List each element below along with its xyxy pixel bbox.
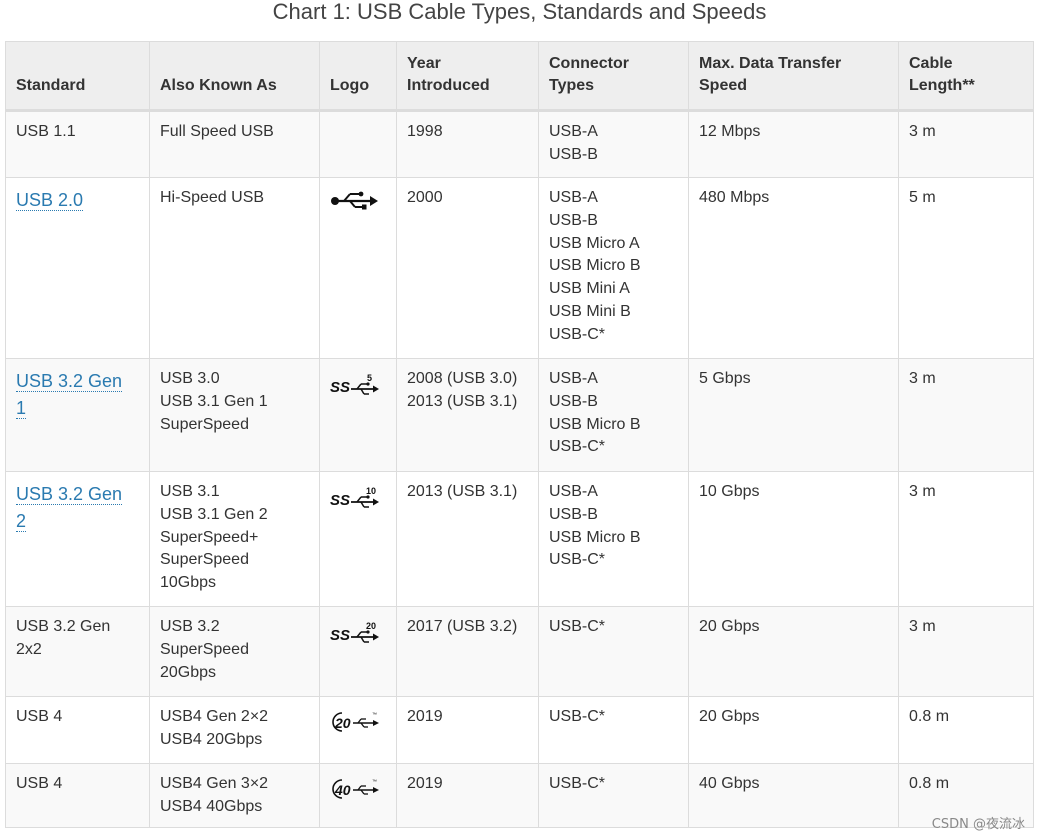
cell-standard: USB 3.2 Gen 1 xyxy=(5,358,150,472)
svg-text:20: 20 xyxy=(366,621,376,631)
cell-also-known-as: USB 3.1 USB 3.1 Gen 2 SuperSpeed+ SuperS… xyxy=(149,471,320,607)
cell-speed: 480 Mbps xyxy=(688,177,899,359)
cell-also-known-as: USB4 Gen 2×2 USB4 20Gbps xyxy=(149,696,320,764)
cell-also-known-as: Full Speed USB xyxy=(149,110,320,178)
svg-text:5: 5 xyxy=(367,373,372,383)
cell-logo: SS 5 xyxy=(319,358,397,472)
header-also-known-as: Also Known As xyxy=(149,41,320,112)
cell-length: 0.8 m xyxy=(898,696,1034,764)
usb4-40-icon: 40 ™ xyxy=(332,779,379,799)
cell-connectors: USB-A USB-B USB Micro A USB Micro B USB … xyxy=(538,177,689,359)
cell-year: 2017 (USB 3.2) xyxy=(396,606,539,697)
superspeed-10-icon: SS 10 xyxy=(330,486,379,509)
cell-also-known-as: Hi-Speed USB xyxy=(149,177,320,359)
cell-standard: USB 3.2 Gen 2 xyxy=(5,471,150,607)
cell-year: 2000 xyxy=(396,177,539,359)
superspeed-5-icon: SS 5 xyxy=(330,373,379,396)
svg-text:10: 10 xyxy=(366,486,376,496)
header-connector-types: Connector Types xyxy=(538,41,689,112)
cell-standard: USB 2.0 xyxy=(5,177,150,359)
usb-standards-table: Standard Also Known As Logo Year Introduc… xyxy=(5,41,1034,828)
svg-text:™: ™ xyxy=(372,712,377,718)
cell-length: 3 m xyxy=(898,110,1034,178)
usb-3-2-gen-1-link[interactable]: USB 3.2 Gen 1 xyxy=(16,371,123,419)
svg-text:20: 20 xyxy=(334,715,351,731)
cell-standard: USB 3.2 Gen 2x2 xyxy=(5,606,150,697)
cell-year: 2019 xyxy=(396,696,539,764)
header-max-speed: Max. Data Transfer Speed xyxy=(688,41,899,112)
header-logo: Logo xyxy=(319,41,397,112)
usb-3-2-gen-2-link[interactable]: USB 3.2 Gen 2 xyxy=(16,484,123,532)
cell-logo: 40 ™ xyxy=(319,763,397,828)
cell-standard: USB 1.1 xyxy=(5,110,150,178)
cell-length: 3 m xyxy=(898,471,1034,607)
table-row: USB 2.0 Hi-Speed USB 2000 USB-A USB-B US… xyxy=(5,177,1034,359)
chart-title: Chart 1: USB Cable Types, Standards and … xyxy=(272,0,767,24)
table-header-row: Standard Also Known As Logo Year Introduc… xyxy=(5,41,1034,112)
table-row: USB 4 USB4 Gen 3×2 USB4 40Gbps 40 ™ 2019… xyxy=(5,763,1034,828)
cell-length: 5 m xyxy=(898,177,1034,359)
cell-connectors: USB-C* xyxy=(538,606,689,697)
cell-also-known-as: USB 3.2 SuperSpeed 20Gbps xyxy=(149,606,320,697)
cell-speed: 12 Mbps xyxy=(688,110,899,178)
cell-year: 2019 xyxy=(396,763,539,828)
cell-connectors: USB-A USB-B USB Micro B USB-C* xyxy=(538,358,689,472)
superspeed-20-icon: SS 20 xyxy=(330,621,379,644)
header-cable-length: Cable Length** xyxy=(898,41,1034,112)
cell-logo xyxy=(319,110,397,178)
cell-connectors: USB-A USB-B USB Micro B USB-C* xyxy=(538,471,689,607)
table-row: USB 3.2 Gen 2 USB 3.1 USB 3.1 Gen 2 Super… xyxy=(5,471,1034,607)
usb-2-0-link[interactable]: USB 2.0 xyxy=(16,190,84,211)
usb4-20-icon: 20 ™ xyxy=(332,712,379,732)
cell-also-known-as: USB 3.0 USB 3.1 Gen 1 SuperSpeed xyxy=(149,358,320,472)
cell-year: 1998 xyxy=(396,110,539,178)
cell-speed: 40 Gbps xyxy=(688,763,899,828)
watermark: CSDN @夜流冰 xyxy=(931,817,1025,832)
cell-speed: 10 Gbps xyxy=(688,471,899,607)
svg-text:SS: SS xyxy=(330,492,350,509)
svg-text:SS: SS xyxy=(330,379,350,396)
cell-logo: SS 20 xyxy=(319,606,397,697)
cell-logo: SS 10 xyxy=(319,471,397,607)
header-year-introduced: Year Introduced xyxy=(396,41,539,112)
cell-speed: 5 Gbps xyxy=(688,358,899,472)
cell-logo xyxy=(319,177,397,359)
cell-speed: 20 Gbps xyxy=(688,696,899,764)
cell-connectors: USB-A USB-B xyxy=(538,110,689,178)
cell-year: 2008 (USB 3.0) 2013 (USB 3.1) xyxy=(396,358,539,472)
cell-connectors: USB-C* xyxy=(538,696,689,764)
cell-standard: USB 4 xyxy=(5,696,150,764)
cell-length: 3 m xyxy=(898,358,1034,472)
cell-logo: 20 ™ xyxy=(319,696,397,764)
cell-connectors: USB-C* xyxy=(538,763,689,828)
cell-standard: USB 4 xyxy=(5,763,150,828)
svg-text:SS: SS xyxy=(330,627,350,644)
header-standard: Standard xyxy=(5,41,150,112)
cell-also-known-as: USB4 Gen 3×2 USB4 40Gbps xyxy=(149,763,320,828)
svg-text:40: 40 xyxy=(334,782,351,798)
table-row: USB 3.2 Gen 1 USB 3.0 USB 3.1 Gen 1 Super… xyxy=(5,358,1034,472)
table-row: USB 3.2 Gen 2x2 USB 3.2 SuperSpeed 20Gbp… xyxy=(5,606,1034,697)
cell-speed: 20 Gbps xyxy=(688,606,899,697)
table-row: USB 4 USB4 Gen 2×2 USB4 20Gbps 20 ™ 2019… xyxy=(5,696,1034,764)
cell-year: 2013 (USB 3.1) xyxy=(396,471,539,607)
usb-trident-icon xyxy=(331,191,378,210)
cell-length: 3 m xyxy=(898,606,1034,697)
svg-text:™: ™ xyxy=(372,779,377,785)
table-row: USB 1.1 Full Speed USB 1998 USB-A USB-B … xyxy=(5,110,1034,178)
